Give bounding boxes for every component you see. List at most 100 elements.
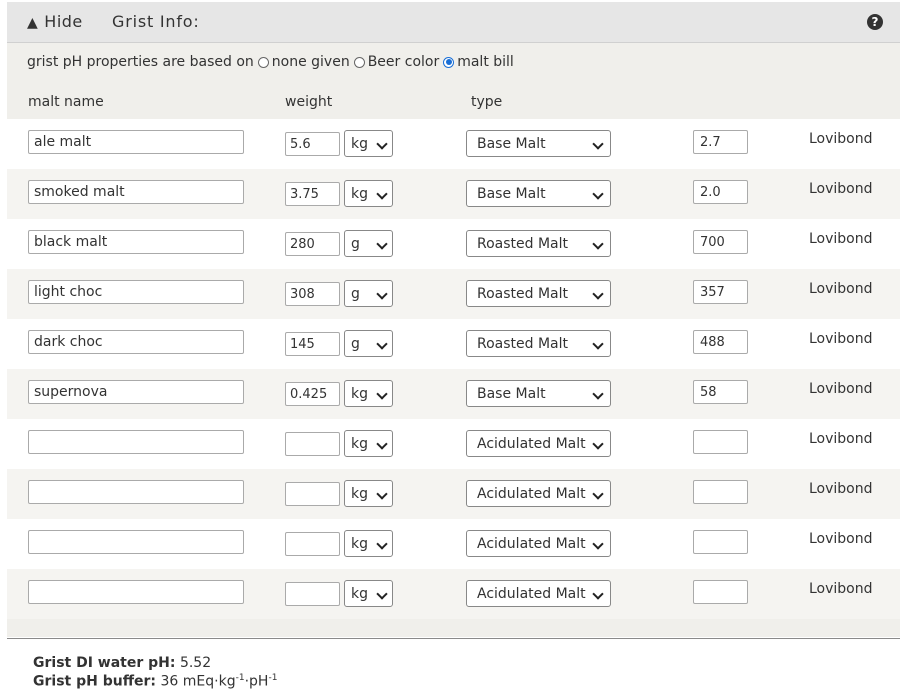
weight-unit-select[interactable]: kg — [344, 580, 393, 607]
weight-unit-value: kg — [351, 386, 368, 402]
malt-color-input[interactable] — [693, 480, 748, 504]
malt-type-select[interactable]: Acidulated Malt — [466, 430, 611, 457]
malt-name-input[interactable] — [28, 380, 244, 404]
chevron-down-icon — [592, 188, 604, 200]
malt-type-value: Base Malt — [477, 186, 546, 202]
malt-type-select[interactable]: Acidulated Malt — [466, 530, 611, 557]
malt-type-value: Roasted Malt — [477, 336, 569, 352]
malt-color-input[interactable] — [693, 580, 748, 604]
malt-color-input[interactable] — [693, 180, 748, 204]
malt-weight-input[interactable] — [285, 332, 340, 356]
di-ph-value: 5.52 — [179, 655, 212, 671]
malt-type-select[interactable]: Base Malt — [466, 130, 611, 157]
malt-row: kg Acidulated Malt Lovibond — [7, 469, 900, 519]
help-icon[interactable]: ? — [867, 14, 883, 30]
weight-unit-select[interactable]: kg — [344, 430, 393, 457]
malt-row: kg Base Malt Lovibond — [7, 119, 900, 169]
radio-label-malt-bill[interactable]: malt bill — [457, 54, 514, 70]
malt-color-input[interactable] — [693, 230, 748, 254]
grist-info-panel: ▲ Hide Grist Info: ? grist pH properties … — [7, 2, 900, 692]
malt-row: kg Acidulated Malt Lovibond — [7, 569, 900, 619]
color-unit-label: Lovibond — [809, 231, 873, 247]
buffer-value: 36 mEq·kg — [160, 673, 236, 690]
malt-row: kg Acidulated Malt Lovibond — [7, 419, 900, 469]
malt-name-input[interactable] — [28, 580, 244, 604]
chevron-down-icon — [376, 238, 388, 250]
malt-name-input[interactable] — [28, 330, 244, 354]
malt-type-select[interactable]: Acidulated Malt — [466, 580, 611, 607]
grist-di-ph: Grist DI water pH: 5.52 — [33, 655, 211, 671]
chevron-down-icon — [376, 588, 388, 600]
chevron-down-icon — [592, 388, 604, 400]
malt-weight-input[interactable] — [285, 232, 340, 256]
malt-type-select[interactable]: Acidulated Malt — [466, 480, 611, 507]
chevron-down-icon — [376, 538, 388, 550]
malt-type-value: Base Malt — [477, 136, 546, 152]
weight-unit-select[interactable]: kg — [344, 380, 393, 407]
malt-name-input[interactable] — [28, 280, 244, 304]
radio-malt-bill[interactable] — [443, 56, 455, 68]
weight-unit-select[interactable]: kg — [344, 530, 393, 557]
malt-type-value: Roasted Malt — [477, 286, 569, 302]
malt-weight-input[interactable] — [285, 282, 340, 306]
malt-color-input[interactable] — [693, 430, 748, 454]
malt-color-input[interactable] — [693, 280, 748, 304]
malt-color-input[interactable] — [693, 380, 748, 404]
malt-name-input[interactable] — [28, 180, 244, 204]
malt-weight-input[interactable] — [285, 382, 340, 406]
weight-unit-value: g — [351, 336, 360, 352]
chevron-down-icon — [592, 538, 604, 550]
malt-weight-input[interactable] — [285, 532, 340, 556]
radio-beer-color[interactable] — [353, 56, 365, 68]
chevron-down-icon — [592, 488, 604, 500]
weight-unit-value: g — [351, 236, 360, 252]
chevron-down-icon — [592, 438, 604, 450]
malt-name-input[interactable] — [28, 430, 244, 454]
weight-unit-select[interactable]: g — [344, 280, 393, 307]
weight-unit-select[interactable]: kg — [344, 130, 393, 157]
malt-color-input[interactable] — [693, 530, 748, 554]
column-header-weight: weight — [285, 94, 333, 110]
malt-type-select[interactable]: Roasted Malt — [466, 230, 611, 257]
malt-row: g Roasted Malt Lovibond — [7, 269, 900, 319]
color-unit-label: Lovibond — [809, 281, 873, 297]
malt-type-select[interactable]: Base Malt — [466, 380, 611, 407]
malt-row: g Roasted Malt Lovibond — [7, 319, 900, 369]
radio-label-beer-color[interactable]: Beer color — [368, 54, 440, 70]
malt-row: kg Base Malt Lovibond — [7, 169, 900, 219]
hide-toggle-button[interactable]: ▲ Hide — [27, 12, 83, 31]
chevron-down-icon — [592, 288, 604, 300]
malt-color-input[interactable] — [693, 330, 748, 354]
color-unit-label: Lovibond — [809, 531, 873, 547]
malt-weight-input[interactable] — [285, 182, 340, 206]
chevron-down-icon — [592, 588, 604, 600]
radio-label-none-given[interactable]: none given — [272, 54, 350, 70]
malt-color-input[interactable] — [693, 130, 748, 154]
malt-weight-input[interactable] — [285, 132, 340, 156]
chevron-down-icon — [592, 238, 604, 250]
color-unit-label: Lovibond — [809, 581, 873, 597]
chevron-down-icon — [376, 138, 388, 150]
weight-unit-select[interactable]: kg — [344, 180, 393, 207]
malt-name-input[interactable] — [28, 130, 244, 154]
radio-none-given[interactable] — [257, 56, 269, 68]
weight-unit-select[interactable]: kg — [344, 480, 393, 507]
color-unit-label: Lovibond — [809, 131, 873, 147]
di-ph-label: Grist DI water pH: — [33, 655, 176, 671]
malt-type-value: Acidulated Malt — [477, 536, 586, 552]
color-unit-label: Lovibond — [809, 181, 873, 197]
malt-name-input[interactable] — [28, 530, 244, 554]
malt-type-value: Base Malt — [477, 386, 546, 402]
malt-weight-input[interactable] — [285, 482, 340, 506]
weight-unit-select[interactable]: g — [344, 230, 393, 257]
weight-unit-select[interactable]: g — [344, 330, 393, 357]
chevron-down-icon — [592, 338, 604, 350]
malt-name-input[interactable] — [28, 230, 244, 254]
malt-name-input[interactable] — [28, 480, 244, 504]
buffer-exp-2: -1 — [268, 673, 278, 683]
malt-weight-input[interactable] — [285, 582, 340, 606]
malt-type-select[interactable]: Roasted Malt — [466, 330, 611, 357]
malt-type-select[interactable]: Roasted Malt — [466, 280, 611, 307]
malt-type-select[interactable]: Base Malt — [466, 180, 611, 207]
malt-weight-input[interactable] — [285, 432, 340, 456]
